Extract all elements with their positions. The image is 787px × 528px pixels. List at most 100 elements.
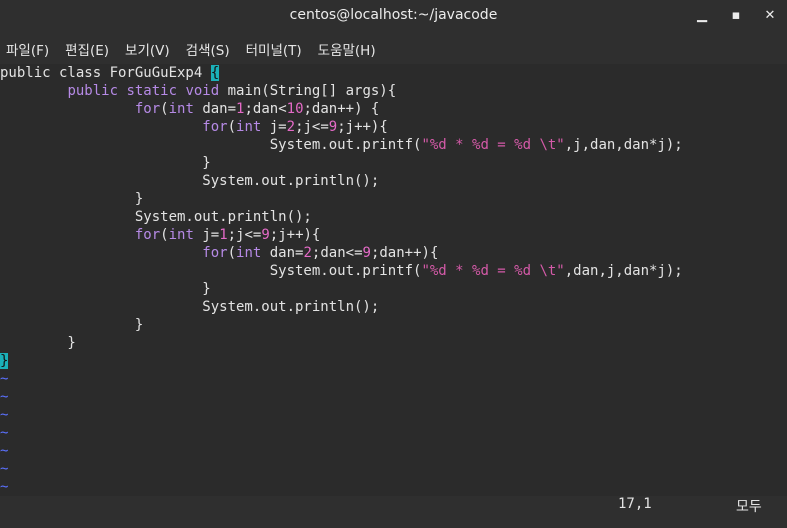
window-titlebar: centos@localhost:~/javacode ▁ ▪ ✕ [0,0,787,30]
code-token: public static void [67,83,228,99]
code-token: ,j,dan,dan*j); [564,137,683,153]
code-token: ( [227,245,237,261]
code-line: } [0,280,787,298]
empty-line-marker: ~ [0,407,9,423]
empty-line-marker: ~ [0,425,9,441]
code-token: ( [160,227,169,243]
code-line: ~ [0,406,787,424]
code-token: public class ForGuGuExp4 [0,65,211,81]
code-token: int [168,101,194,117]
menu-edit[interactable]: 편집(E) [65,39,109,59]
code-token: int [236,245,262,261]
code-token: System.out.println(); [0,173,380,189]
code-line: System.out.printf("%d * %d = %d \t",j,da… [0,136,787,154]
code-line: System.out.println(); [0,298,787,316]
vim-status-bar: 17,1 모두 [0,496,787,516]
code-token: System.out.printf( [0,137,422,153]
code-token: { [210,65,220,81]
menu-help[interactable]: 도움말(H) [318,39,376,59]
code-token: ;dan<= [311,245,363,261]
code-token: for [202,245,228,261]
code-token: 9 [362,245,371,261]
close-button[interactable]: ✕ [753,0,787,30]
code-token: } [0,353,9,369]
menu-terminal[interactable]: 터미널(T) [246,39,302,59]
menu-search[interactable]: 검색(S) [186,39,230,59]
code-token: ;j<= [227,227,262,243]
code-token: } [0,281,211,297]
code-token: j= [193,227,220,243]
code-token: 1 [219,227,228,243]
code-token: ( [227,119,237,135]
code-line: public static void main(String[] args){ [0,82,787,100]
code-line: for(int j=2;j<=9;j++){ [0,118,787,136]
code-line: ~ [0,478,787,496]
code-token: dan= [261,245,304,261]
menu-bar: 파일(F) 편집(E) 보기(V) 검색(S) 터미널(T) 도움말(H) [0,36,787,62]
code-token: ,dan,j,dan*j); [564,263,683,279]
code-token: for [134,227,161,243]
code-token: int [168,227,194,243]
maximize-button[interactable]: ▪ [719,0,753,30]
code-line: public class ForGuGuExp4 { [0,64,787,82]
empty-line-marker: ~ [0,479,9,495]
window-title: centos@localhost:~/javacode [289,7,498,23]
code-line: ~ [0,370,787,388]
code-token: System.out.println(); [0,209,312,225]
code-token: int [236,119,262,135]
code-token: 9 [261,227,270,243]
code-line: for(int dan=1;dan<10;dan++) { [0,100,787,118]
scroll-indicator: 모두 [736,499,762,515]
code-token: ;dan++){ [370,245,439,261]
code-token: 2 [286,119,296,135]
code-token: 9 [328,119,338,135]
code-line: } [0,190,787,208]
code-line: } [0,316,787,334]
window-controls: ▁ ▪ ✕ [685,0,787,30]
code-line: ~ [0,442,787,460]
code-token: "%d * %d = %d \t" [421,137,565,153]
code-line: ~ [0,388,787,406]
code-line: System.out.printf("%d * %d = %d \t",dan,… [0,262,787,280]
code-line: } [0,154,787,172]
code-token: for [202,119,228,135]
code-token: ;j++){ [337,119,388,135]
code-token: System.out.printf( [0,263,422,279]
menu-file[interactable]: 파일(F) [6,39,49,59]
code-token: "%d * %d = %d \t" [421,263,565,279]
code-line: System.out.println(); [0,172,787,190]
code-token: ;dan< [244,101,287,117]
code-token: 2 [303,245,312,261]
code-token: } [0,335,76,351]
code-token: ;j++){ [269,227,321,243]
code-token: ;dan++) { [303,101,380,117]
code-token: } [0,317,144,333]
code-token: dan= [193,101,237,117]
menu-view[interactable]: 보기(V) [125,39,170,59]
code-token: ;j<= [295,119,329,135]
code-token: 10 [286,101,304,117]
code-line: } [0,334,787,352]
code-token: } [0,191,144,207]
empty-line-marker: ~ [0,389,9,405]
code-line: for(int dan=2;dan<=9;dan++){ [0,244,787,262]
code-token: System.out.println(); [0,299,380,315]
terminal-editor[interactable]: public class ForGuGuExp4 { public static… [0,64,787,496]
empty-line-marker: ~ [0,371,9,387]
code-line: System.out.println(); [0,208,787,226]
code-token: } [0,155,211,171]
empty-line-marker: ~ [0,461,9,477]
code-token: main(String[] args){ [227,83,397,99]
code-line: for(int j=1;j<=9;j++){ [0,226,787,244]
code-line: ~ [0,460,787,478]
cursor-position: 17,1 [618,496,652,512]
code-line: ~ [0,424,787,442]
minimize-button[interactable]: ▁ [685,0,719,30]
code-token: ( [160,101,169,117]
code-line: } [0,352,787,370]
empty-line-marker: ~ [0,443,9,459]
